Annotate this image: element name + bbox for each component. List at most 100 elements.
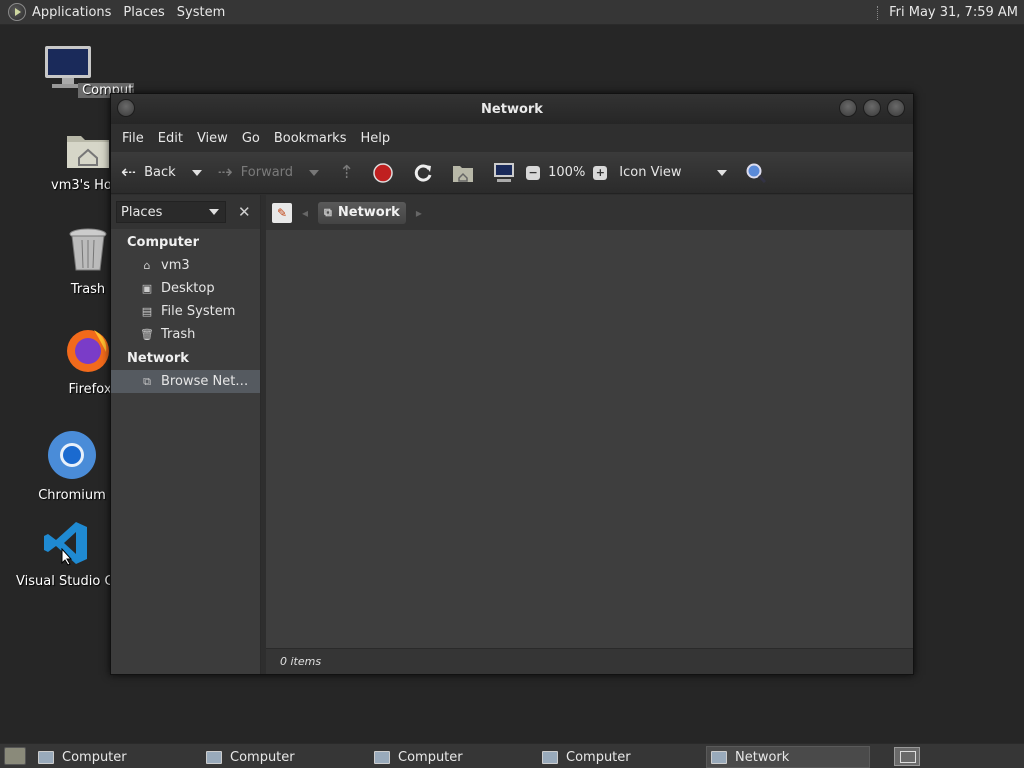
sidebar-selector-label: Places: [121, 204, 163, 220]
location-bar: ✎ ◂ ⧉ Network ▸: [266, 195, 913, 230]
menu-bookmarks[interactable]: Bookmarks: [267, 131, 354, 146]
home-folder-icon: ⌂: [143, 259, 151, 272]
sidebar-selector[interactable]: Places: [116, 201, 226, 223]
computer-icon: [494, 162, 515, 182]
taskbar-item-network[interactable]: Network: [706, 746, 870, 768]
forward-button[interactable]: ⇢ Forward: [218, 158, 293, 188]
computer-button[interactable]: [492, 158, 516, 188]
network-icon: [711, 750, 727, 764]
clock-text: Fri May 31, 7:59 AM: [889, 5, 1018, 20]
zoom-level[interactable]: 100%: [548, 165, 585, 180]
menu-file[interactable]: File: [115, 131, 151, 146]
home-folder-icon: [67, 136, 109, 168]
zoom-out-button[interactable]: −: [526, 165, 541, 180]
stop-icon: [373, 162, 393, 183]
places-menu[interactable]: Places: [117, 0, 170, 25]
chromium-icon: [48, 431, 96, 479]
drive-icon: ▤: [141, 305, 153, 318]
menu-help[interactable]: Help: [353, 131, 397, 146]
window-body: Places ✕ Computer ⌂ vm3 ▣ Desktop ▤ File…: [111, 195, 913, 674]
sidebar-section-computer: Computer: [127, 235, 200, 250]
window-titlebar[interactable]: Network: [111, 94, 913, 124]
item-count: 0 items: [280, 655, 322, 668]
window-menu-button[interactable]: [117, 99, 135, 117]
home-folder-icon: [453, 165, 474, 182]
view-mode-select[interactable]: Icon View: [619, 165, 711, 180]
desktop-icon-label: vm3's Home: [51, 178, 113, 193]
mouse-cursor-icon: [61, 548, 73, 566]
network-icon: ⧉: [324, 205, 332, 219]
taskbar-item-computer[interactable]: Computer: [202, 746, 366, 768]
up-arrow-icon: ⇡: [339, 162, 355, 183]
network-icon: ⧉: [143, 374, 151, 388]
sidebar-item-trash[interactable]: 🗑 Trash: [111, 323, 260, 346]
forward-history-dropdown[interactable]: [309, 169, 320, 176]
menubar: File Edit View Go Bookmarks Help: [111, 124, 913, 152]
close-button[interactable]: [887, 99, 905, 117]
trash-icon: 🗑: [140, 328, 154, 341]
desktop-icon-label: Chromium: [38, 488, 106, 503]
sidebar-item-vm3[interactable]: ⌂ vm3: [111, 254, 260, 277]
zoom-in-button[interactable]: +: [593, 165, 608, 180]
show-desktop-button[interactable]: [4, 747, 26, 765]
workspace-switcher[interactable]: [894, 747, 920, 766]
chevron-down-icon: [208, 209, 219, 215]
sidebar-item-desktop[interactable]: ▣ Desktop: [111, 277, 260, 300]
toolbar: ⇠ Back ⇢ Forward ⇡ − 100% + Icon View: [111, 152, 913, 194]
sidebar-close-button[interactable]: ✕: [234, 201, 255, 223]
search-button[interactable]: [745, 158, 767, 188]
sidebar-item-filesystem[interactable]: ▤ File System: [111, 300, 260, 323]
taskbar-item-computer[interactable]: Computer: [34, 746, 198, 768]
sidebar-header: Places ✕: [111, 195, 260, 229]
sidebar-section-network: Network: [127, 351, 189, 366]
taskbar-item-label: Computer: [398, 749, 463, 765]
computer-icon: [542, 750, 558, 764]
back-button[interactable]: ⇠ Back: [121, 158, 176, 188]
search-icon: [746, 163, 767, 183]
taskbar-item-computer[interactable]: Computer: [370, 746, 534, 768]
menu-view[interactable]: View: [190, 131, 235, 146]
path-scroll-right-button[interactable]: ▸: [416, 206, 422, 220]
minimize-button[interactable]: [839, 99, 857, 117]
file-view[interactable]: [266, 230, 913, 648]
taskbar-item-label: Computer: [566, 749, 631, 765]
desktop-folder-icon: ▣: [141, 282, 153, 295]
clock[interactable]: Fri May 31, 7:59 AM: [877, 0, 1018, 25]
firefox-icon: [67, 330, 109, 372]
sidebar-item-browse-network[interactable]: ⧉ Browse Net…: [111, 370, 260, 393]
main-menu-logo-icon[interactable]: [8, 3, 26, 21]
forward-label: Forward: [240, 165, 294, 180]
sidebar-item-label: Trash: [161, 327, 196, 342]
desktop-icon-chromium[interactable]: Chromium: [22, 430, 122, 503]
menu-edit[interactable]: Edit: [151, 131, 190, 146]
breadcrumb-network[interactable]: ⧉ Network: [318, 201, 406, 224]
reload-button[interactable]: [412, 158, 434, 188]
system-menu[interactable]: System: [171, 0, 231, 25]
edit-location-button[interactable]: ✎: [272, 202, 292, 223]
back-history-dropdown[interactable]: [191, 169, 202, 176]
reload-icon: [414, 164, 432, 182]
computer-icon: [206, 750, 222, 764]
stop-button[interactable]: [372, 158, 394, 188]
top-panel: Applications Places System Fri May 31, 7…: [0, 0, 1024, 25]
taskbar-item-computer[interactable]: Computer: [538, 746, 702, 768]
computer-icon: [38, 750, 54, 764]
maximize-button[interactable]: [863, 99, 881, 117]
back-label: Back: [144, 165, 176, 180]
view-mode-dropdown[interactable]: [717, 169, 728, 176]
menu-go[interactable]: Go: [235, 131, 267, 146]
taskbar-item-label: Computer: [62, 749, 127, 765]
path-scroll-left-button[interactable]: ◂: [302, 206, 308, 220]
applications-menu[interactable]: Applications: [26, 0, 117, 25]
up-button[interactable]: ⇡: [339, 158, 354, 188]
sidebar-item-label: File System: [161, 304, 236, 319]
places-sidebar: Places ✕ Computer ⌂ vm3 ▣ Desktop ▤ File…: [111, 195, 261, 674]
sidebar-item-label: vm3: [161, 258, 190, 273]
breadcrumb-label: Network: [337, 205, 400, 220]
taskbar-item-label: Computer: [230, 749, 295, 765]
computer-icon: [374, 750, 390, 764]
home-button[interactable]: [452, 158, 474, 188]
desktop-icon-label: Visual Studio Code: [16, 574, 110, 589]
back-arrow-icon: ⇠: [121, 162, 137, 183]
desktop-icon-label: Firefox: [68, 382, 112, 397]
